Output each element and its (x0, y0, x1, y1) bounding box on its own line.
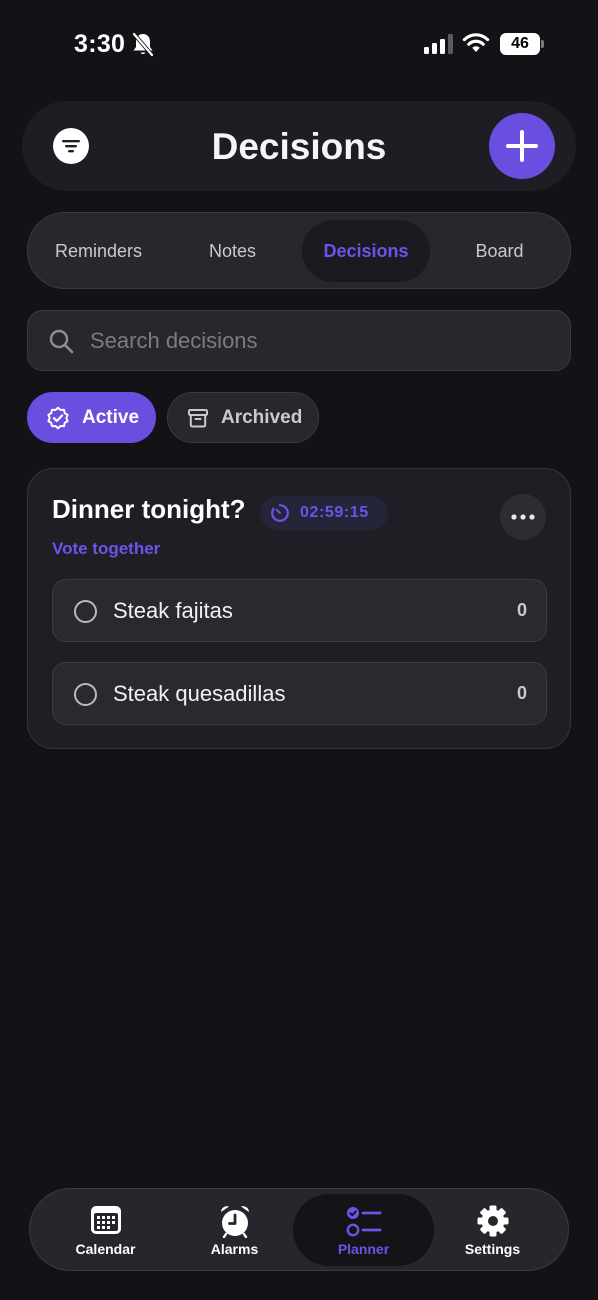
vote-option-label: Steak fajitas (113, 598, 233, 623)
radio-circle-icon[interactable] (74, 600, 97, 623)
vote-option[interactable]: Steak quesadillas 0 (52, 662, 547, 725)
planner-checklist-icon (293, 1204, 434, 1238)
cellular-signal-icon (424, 34, 454, 59)
vote-option-label: Steak quesadillas (113, 681, 286, 706)
tab-label: Calendar (75, 1241, 136, 1257)
section-segmented-control: Reminders Notes Decisions Board (27, 212, 571, 289)
filter-archived-chip[interactable]: Archived (167, 392, 319, 443)
tab-label: Planner (337, 1241, 390, 1257)
countdown-badge: 02:59:15 (260, 496, 388, 530)
countdown-text: 02:59:15 (300, 504, 369, 521)
battery-indicator: 46 (500, 33, 544, 55)
ellipsis-icon (511, 514, 535, 520)
segment-notes[interactable]: Notes (169, 220, 296, 282)
bell-muted-icon (131, 32, 155, 63)
more-options-button[interactable] (500, 494, 546, 540)
bottom-tab-bar: Calendar Alarms Planner Settings (29, 1188, 569, 1271)
gear-icon (422, 1204, 563, 1238)
wifi-icon (462, 31, 490, 58)
vote-count: 0 (516, 683, 527, 703)
decision-subtitle: Vote together (52, 539, 161, 558)
status-time: 3:30 (74, 30, 126, 58)
search-input[interactable] (88, 319, 548, 363)
battery-cap (541, 40, 544, 48)
battery-level: 46 (500, 33, 540, 55)
tab-settings[interactable]: Settings (422, 1194, 563, 1266)
segment-decisions[interactable]: Decisions (302, 220, 430, 282)
decision-card[interactable]: Dinner tonight? 02:59:15 Vote together S… (27, 468, 571, 749)
plus-icon (505, 129, 539, 163)
status-bar: 3:30 46 (0, 0, 598, 90)
search-icon (49, 329, 74, 359)
vote-count: 0 (516, 600, 527, 620)
decision-title: Dinner tonight? (52, 494, 246, 524)
verified-badge-icon (46, 406, 70, 430)
radio-circle-icon[interactable] (74, 683, 97, 706)
archive-box-icon (187, 407, 209, 429)
calendar-icon (35, 1204, 176, 1238)
vote-option[interactable]: Steak fajitas 0 (52, 579, 547, 642)
search-bar (27, 310, 571, 371)
segment-reminders[interactable]: Reminders (35, 220, 162, 282)
add-decision-button[interactable] (489, 113, 555, 179)
segment-board[interactable]: Board (436, 220, 563, 282)
tab-alarms[interactable]: Alarms (164, 1194, 305, 1266)
tab-label: Alarms (210, 1241, 259, 1257)
tab-label: Settings (464, 1241, 521, 1257)
header-bar: Decisions (22, 101, 576, 191)
filter-active-chip[interactable]: Active (27, 392, 156, 443)
tab-calendar[interactable]: Calendar (35, 1194, 176, 1266)
filter-archived-label: Archived (221, 406, 303, 428)
tab-planner[interactable]: Planner (293, 1194, 434, 1266)
timer-icon (270, 503, 290, 523)
filter-active-label: Active (82, 406, 140, 428)
alarm-clock-icon (164, 1204, 305, 1238)
